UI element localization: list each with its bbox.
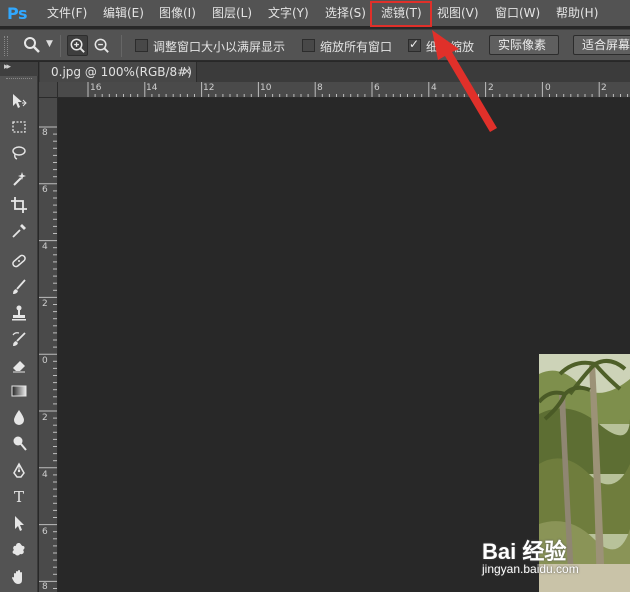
type-tool-glyph: T: [13, 488, 24, 506]
ruler-label: 4: [42, 242, 48, 252]
eraser-tool-icon[interactable]: [7, 354, 31, 376]
tools-panel-grip[interactable]: [6, 78, 32, 81]
clone-stamp-tool-icon[interactable]: [7, 302, 31, 324]
ruler-label: 12: [203, 83, 215, 93]
actual-pixels-button[interactable]: 实际像素: [489, 35, 559, 55]
path-selection-tool-icon[interactable]: [7, 512, 31, 534]
menu-layer[interactable]: 图层(L): [212, 0, 252, 26]
options-separator: [60, 35, 61, 57]
ruler-label: 4: [431, 83, 437, 93]
ruler-label: 2: [42, 413, 48, 423]
eyedropper-tool-icon[interactable]: [7, 220, 31, 242]
ruler-origin[interactable]: [39, 82, 58, 98]
zoom-out-button[interactable]: [91, 35, 112, 56]
magic-wand-tool-icon[interactable]: [7, 168, 31, 190]
tool-preset-dropdown-icon[interactable]: ▼: [46, 39, 53, 49]
resize-windows-checkbox[interactable]: [135, 39, 148, 52]
menu-bar: Ps 文件(F) 编辑(E) 图像(I) 图层(L) 文字(Y) 选择(S) 滤…: [0, 0, 630, 26]
menu-select[interactable]: 选择(S): [325, 0, 366, 26]
menu-window[interactable]: 窗口(W): [495, 0, 540, 26]
ruler-label: 16: [90, 83, 102, 93]
shape-tool-icon[interactable]: [7, 538, 31, 560]
photoshop-logo: Ps: [7, 3, 27, 23]
pen-tool-icon[interactable]: [7, 460, 31, 482]
history-brush-tool-icon[interactable]: [7, 328, 31, 350]
ruler-label: 4: [42, 470, 48, 480]
ruler-label: 10: [260, 83, 272, 93]
menu-image[interactable]: 图像(I): [159, 0, 196, 26]
collapse-panel-icon[interactable]: ▸▸: [4, 62, 11, 72]
resize-windows-label: 调整窗口大小以满屏显示: [153, 40, 286, 54]
menu-help[interactable]: 帮助(H): [556, 0, 598, 26]
zoom-all-windows-checkbox[interactable]: [302, 39, 315, 52]
fit-screen-button[interactable]: 适合屏幕: [573, 35, 630, 55]
crop-tool-icon[interactable]: [7, 194, 31, 216]
zoom-tool-icon[interactable]: [22, 35, 42, 55]
healing-brush-tool-icon[interactable]: [7, 250, 31, 272]
gradient-tool-icon[interactable]: [7, 380, 31, 402]
ruler-label: 0: [42, 356, 48, 366]
vertical-ruler[interactable]: 8 6 4 2 0 2 4 6 8: [39, 98, 58, 592]
ruler-label: 0: [545, 83, 551, 93]
move-tool-icon[interactable]: [7, 90, 31, 112]
ruler-label: 8: [317, 83, 323, 93]
zoom-all-windows-label: 缩放所有窗口: [320, 40, 393, 54]
type-tool-icon[interactable]: T: [7, 486, 31, 508]
blur-tool-icon[interactable]: [7, 406, 31, 428]
vertical-ruler-ticks: [39, 126, 57, 589]
ruler-label: 6: [374, 83, 380, 93]
scrubby-zoom-checkbox[interactable]: [408, 37, 421, 52]
baidu-jingyan-watermark: Bai 经验 jingyan.baidu.com: [480, 534, 630, 592]
filter-menu-highlight-box: [370, 1, 432, 27]
close-tab-icon[interactable]: ×: [182, 64, 192, 78]
ruler-label: 8: [42, 128, 48, 138]
zoom-out-icon: [94, 38, 109, 53]
menu-view[interactable]: 视图(V): [437, 0, 479, 26]
marquee-tool-icon[interactable]: [7, 116, 31, 138]
ruler-label: 2: [488, 83, 494, 93]
menu-edit[interactable]: 编辑(E): [103, 0, 144, 26]
ruler-label: 2: [42, 299, 48, 309]
brush-tool-icon[interactable]: [7, 276, 31, 298]
options-separator: [121, 35, 122, 57]
tools-panel: ▸▸ T: [0, 62, 38, 592]
ruler-label: 14: [146, 83, 158, 93]
document-tab[interactable]: 0.jpg @ 100%(RGB/8#): [40, 62, 197, 82]
ruler-label: 6: [42, 527, 48, 537]
lasso-tool-icon[interactable]: [7, 142, 31, 164]
menu-type[interactable]: 文字(Y): [268, 0, 309, 26]
horizontal-ruler[interactable]: 16 14 12 10 8 6 4 2 0 2: [58, 82, 630, 98]
document-tab-bar: 0.jpg @ 100%(RGB/8#): [39, 62, 630, 82]
ruler-label: 2: [601, 83, 607, 93]
ruler-label: 8: [42, 582, 48, 592]
options-bar-grip[interactable]: [4, 36, 8, 56]
dodge-tool-icon[interactable]: [7, 432, 31, 454]
ruler-label: 6: [42, 185, 48, 195]
hand-tool-icon[interactable]: [7, 566, 31, 588]
tools-panel-header[interactable]: ▸▸: [0, 62, 38, 76]
watermark-url: jingyan.baidu.com: [482, 562, 579, 576]
options-bar: ▼ 调整窗口大小以满屏显示 缩放所有窗口 细微缩放 实际像素 适合屏幕: [0, 29, 630, 61]
menu-file[interactable]: 文件(F): [47, 0, 87, 26]
scrubby-zoom-label: 细微缩放: [426, 40, 475, 54]
zoom-in-button[interactable]: [67, 35, 88, 56]
zoom-in-icon: [70, 38, 85, 53]
